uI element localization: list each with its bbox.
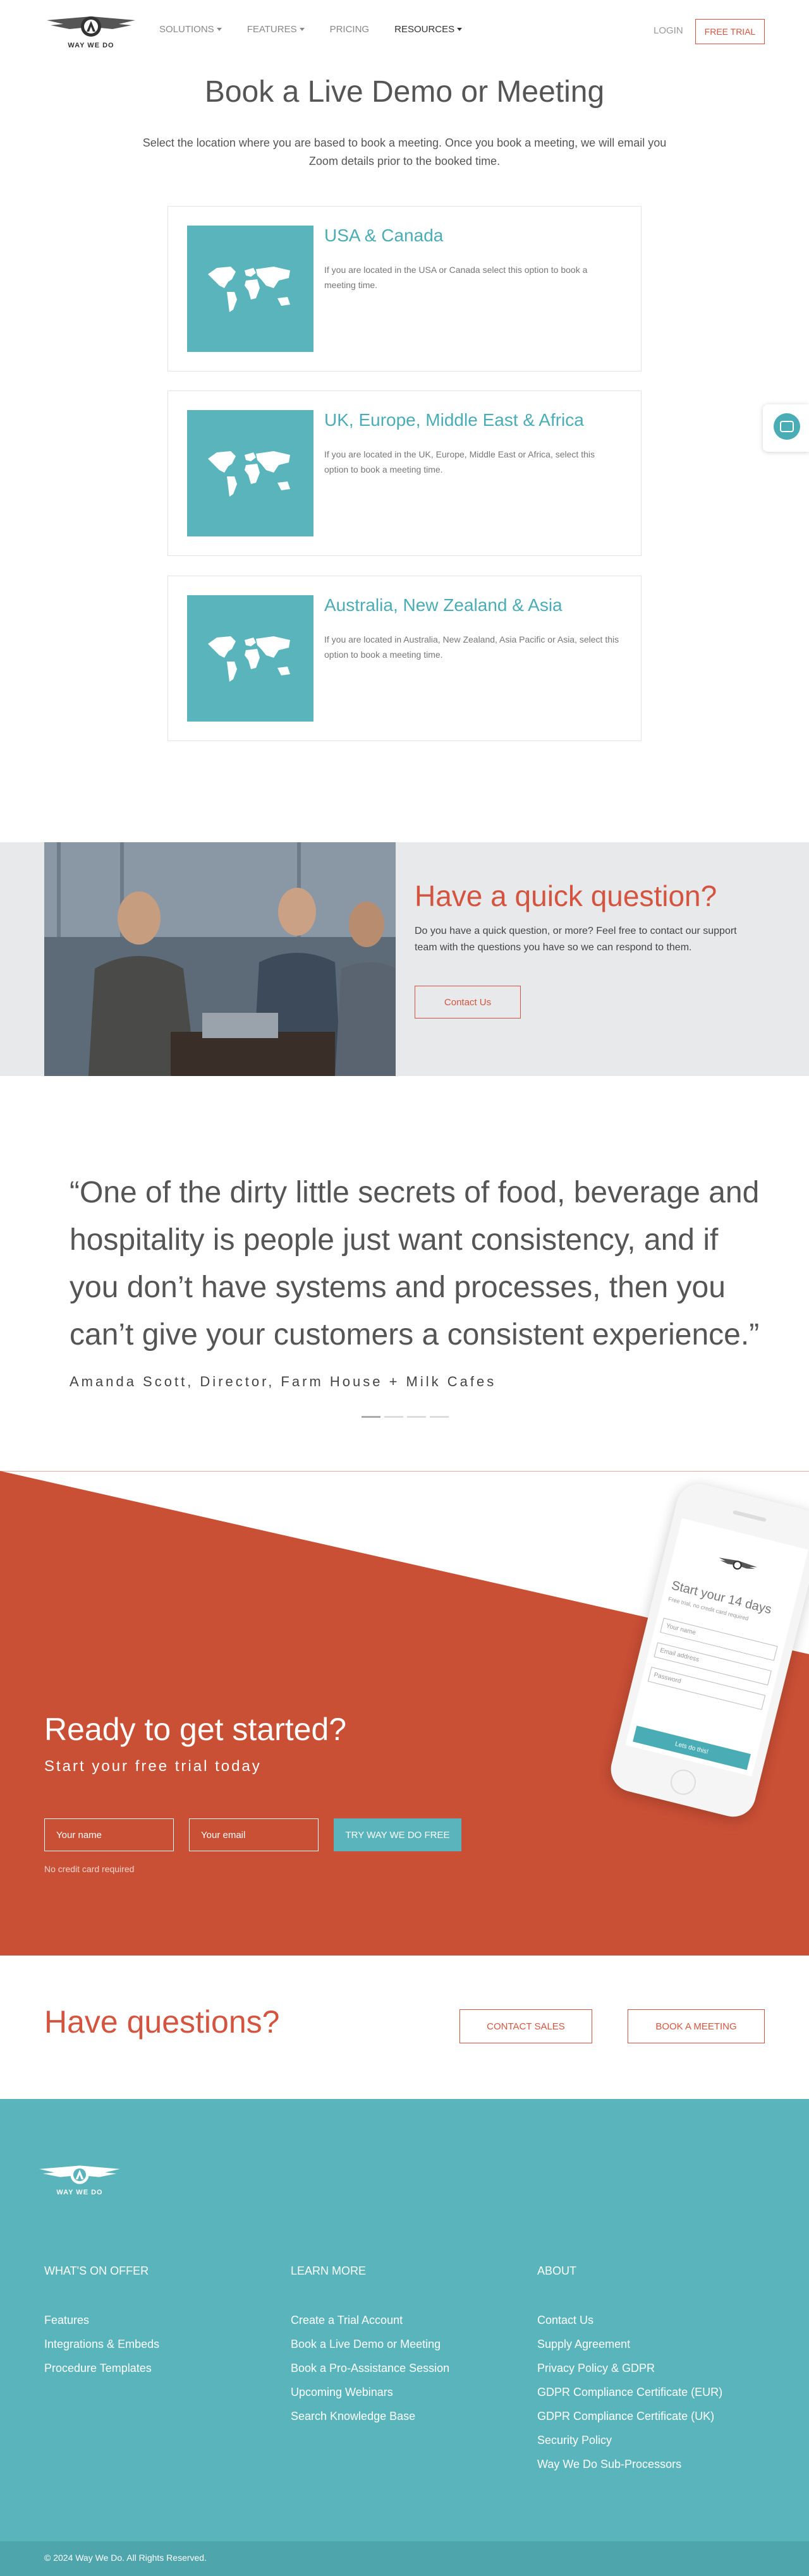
- footer-link[interactable]: Integrations & Embeds: [44, 2336, 159, 2352]
- footer-link[interactable]: Contact Us: [537, 2312, 722, 2328]
- caret-down-icon: [216, 28, 222, 31]
- logo[interactable]: WAY WE DO: [44, 13, 138, 53]
- nav-pricing-label: PRICING: [329, 24, 370, 35]
- site-header: WAY WE DO SOLUTIONS FEATURES PRICING RES…: [0, 0, 809, 63]
- winged-logo-icon: [47, 16, 135, 37]
- logo-text: WAY WE DO: [68, 42, 114, 49]
- testimonial-author: Amanda Scott, Director, Farm House + Mil…: [70, 1374, 497, 1389]
- caret-down-icon: [299, 28, 305, 31]
- meeting-photo: [44, 842, 396, 1076]
- chat-bubble-icon: [774, 413, 800, 440]
- nav-solutions[interactable]: SOLUTIONS: [159, 24, 222, 35]
- footer-link[interactable]: Privacy Policy & GDPR: [537, 2360, 722, 2376]
- footer-col-offer: WHAT'S ON OFFER Features Integrations & …: [44, 2265, 159, 2384]
- testimonial-quote: “One of the dirty little secrets of food…: [70, 1176, 760, 1351]
- location-desc: If you are located in the USA or Canada …: [324, 265, 588, 290]
- intro-text: Select the location where you are based …: [142, 136, 667, 167]
- contact-sales-button[interactable]: CONTACT SALES: [459, 2009, 592, 2043]
- phone-speaker: [733, 1510, 767, 1522]
- footer-link[interactable]: GDPR Compliance Certificate (EUR): [537, 2384, 722, 2400]
- book-meeting-button[interactable]: BOOK A MEETING: [628, 2009, 765, 2043]
- location-title: USA & Canada: [324, 226, 444, 245]
- footer-heading: WHAT'S ON OFFER: [44, 2265, 149, 2277]
- carousel-dot[interactable]: [430, 1416, 449, 1418]
- location-card-emea[interactable]: UK, Europe, Middle East & Africa If you …: [167, 390, 642, 556]
- world-map-icon: [187, 226, 313, 352]
- nav-pricing[interactable]: PRICING: [330, 24, 370, 35]
- copyright-bar: © 2024 Way We Do. All Rights Reserved.: [0, 2541, 809, 2576]
- footer-link[interactable]: Create a Trial Account: [291, 2312, 449, 2328]
- world-map-icon: [187, 595, 313, 722]
- location-desc: If you are located in the UK, Europe, Mi…: [324, 449, 595, 475]
- winged-logo-icon: [39, 2165, 120, 2184]
- footer-heading: ABOUT: [537, 2265, 577, 2277]
- email-input[interactable]: [189, 1818, 319, 1851]
- copyright-text: © 2024 Way We Do. All Rights Reserved.: [44, 2553, 207, 2563]
- footer-heading: LEARN MORE: [291, 2265, 367, 2277]
- world-map-icon: [187, 410, 313, 536]
- location-card-usa[interactable]: USA & Canada If you are located in the U…: [167, 206, 642, 372]
- nav-features-label: FEATURES: [246, 24, 297, 35]
- ready-title: Ready to get started?: [44, 1712, 347, 1747]
- footer-link[interactable]: Book a Live Demo or Meeting: [291, 2336, 449, 2352]
- contact-us-button[interactable]: Contact Us: [415, 986, 521, 1019]
- footer-logo[interactable]: WAY WE DO: [35, 2162, 124, 2196]
- name-input[interactable]: [44, 1818, 174, 1851]
- no-credit-card-note: No credit card required: [44, 1864, 135, 1874]
- footer-col-about: ABOUT Contact Us Supply Agreement Privac…: [537, 2265, 722, 2480]
- carousel-dot[interactable]: [384, 1416, 403, 1418]
- quick-question-text: Do you have a quick question, or more? F…: [415, 926, 737, 953]
- carousel-dot[interactable]: [362, 1416, 380, 1418]
- ready-subtitle: Start your free trial today: [44, 1758, 262, 1775]
- footer-link[interactable]: Search Knowledge Base: [291, 2408, 449, 2424]
- nav-features[interactable]: FEATURES: [247, 24, 305, 35]
- main-nav: SOLUTIONS FEATURES PRICING RESOURCES: [159, 24, 487, 35]
- nav-resources[interactable]: RESOURCES: [394, 24, 463, 35]
- try-free-button[interactable]: TRY WAY WE DO FREE: [334, 1818, 461, 1851]
- site-footer: WAY WE DO WHAT'S ON OFFER Features Integ…: [0, 2099, 809, 2541]
- location-desc: If you are located in Australia, New Zea…: [324, 634, 619, 660]
- carousel-dot[interactable]: [407, 1416, 426, 1418]
- phone-submit-button: Lets do this!: [633, 1726, 751, 1770]
- footer-link[interactable]: Upcoming Webinars: [291, 2384, 449, 2400]
- location-card-apac[interactable]: Australia, New Zealand & Asia If you are…: [167, 576, 642, 741]
- footer-col-learn: LEARN MORE Create a Trial Account Book a…: [291, 2265, 449, 2432]
- footer-link[interactable]: Procedure Templates: [44, 2360, 159, 2376]
- quick-question-section: Have a quick question? Do you have a qui…: [0, 842, 809, 1076]
- free-trial-button[interactable]: FREE TRIAL: [695, 19, 765, 44]
- footer-link[interactable]: Way We Do Sub-Processors: [537, 2456, 722, 2472]
- login-link[interactable]: LOGIN: [654, 25, 683, 36]
- phone-home-button: [667, 1767, 699, 1798]
- footer-link[interactable]: Security Policy: [537, 2432, 722, 2448]
- winged-logo-icon: [719, 1557, 757, 1570]
- footer-link[interactable]: Features: [44, 2312, 159, 2328]
- caret-down-icon: [457, 28, 463, 31]
- footer-link[interactable]: Book a Pro-Assistance Session: [291, 2360, 449, 2376]
- page-title: Book a Live Demo or Meeting: [204, 75, 605, 109]
- location-title: UK, Europe, Middle East & Africa: [324, 410, 584, 430]
- nav-solutions-label: SOLUTIONS: [159, 24, 214, 35]
- quick-question-title: Have a quick question?: [415, 880, 717, 912]
- carousel-dots: [362, 1416, 449, 1418]
- footer-link[interactable]: GDPR Compliance Certificate (UK): [537, 2408, 722, 2424]
- location-title: Australia, New Zealand & Asia: [324, 595, 563, 615]
- chat-widget[interactable]: [763, 404, 809, 452]
- footer-link[interactable]: Supply Agreement: [537, 2336, 722, 2352]
- have-questions-title: Have questions?: [44, 2004, 280, 2040]
- nav-resources-label: RESOURCES: [394, 24, 455, 35]
- footer-logo-text: WAY WE DO: [56, 2189, 103, 2196]
